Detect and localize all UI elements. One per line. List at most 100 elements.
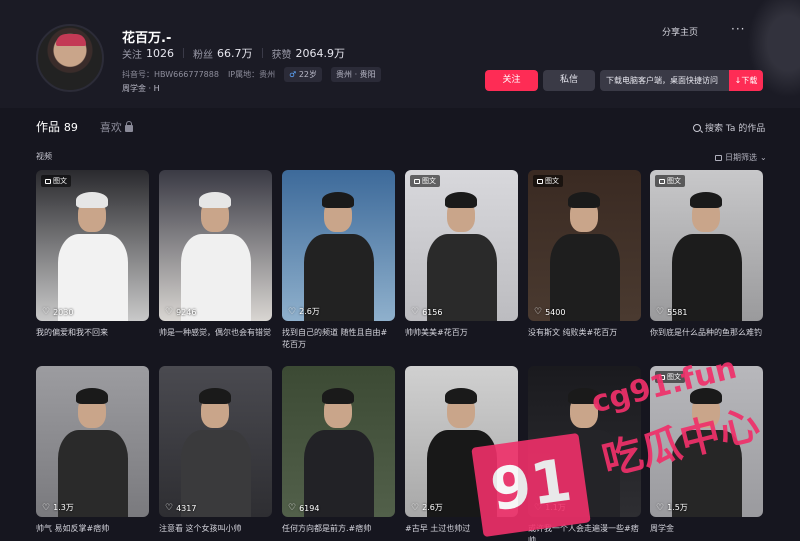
video-thumbnail[interactable]: 图文 ♡ 5400 [528, 170, 641, 321]
search-label: 搜索 Ta 的作品 [705, 124, 766, 134]
ip-location: IP属地：贵州 [227, 70, 276, 79]
like-count-value: 5581 [667, 307, 688, 317]
image-icon [537, 178, 543, 184]
figure-hair [199, 192, 231, 208]
heart-icon: ♡ [165, 503, 174, 513]
video-card[interactable]: ♡ 1.3万帅气 易如反掌#痞帅 [36, 366, 149, 535]
followers-label[interactable]: 粉丝 [193, 46, 213, 61]
like-count-value: 2.6万 [422, 503, 443, 512]
likes-count: 2064.9万 [295, 47, 346, 60]
video-caption[interactable]: 没有斯文 纯败类#花百万 [528, 327, 641, 339]
video-thumbnail[interactable]: ♡ 6194 [282, 366, 395, 517]
video-caption[interactable]: 你到底是什么品种的鱼那么难钓 [650, 327, 763, 339]
badge-label: 图文 [667, 177, 681, 185]
video-card[interactable]: ♡ 6194 任何方向都是前方.#痞帅 [282, 366, 395, 535]
video-thumbnail[interactable]: 图文 ♡ 5581 [650, 170, 763, 321]
video-caption[interactable]: 我的偏爱和我不回来 [36, 327, 149, 339]
profile-header: 花百万.- 关注 1026 粉丝 66.7万 获赞 2064.9万 抖音号：HB… [0, 0, 800, 108]
video-caption[interactable]: 找到自己的频道 随性且自由#花百万 [282, 327, 395, 351]
video-card[interactable]: 图文 ♡ 5581 你到底是什么品种的鱼那么难钓 [650, 170, 763, 339]
like-count-value: 9246 [176, 307, 197, 317]
video-caption[interactable]: 帅帅美美#花百万 [405, 327, 518, 339]
date-filter-dropdown[interactable]: 日期筛选 ⌄ [715, 152, 767, 163]
like-count-value: 4317 [176, 503, 197, 513]
image-text-badge: 图文 [655, 175, 685, 187]
video-thumbnail[interactable]: ♡ 2.6万 [282, 170, 395, 321]
age-text: 22岁 [298, 70, 318, 79]
tab-works[interactable]: 作品 89 [36, 118, 78, 135]
follow-button[interactable]: 关注 [485, 70, 538, 91]
more-options-icon[interactable]: ··· [731, 22, 745, 36]
like-count-value: 1.5万 [667, 503, 688, 512]
video-thumbnail[interactable]: ♡ 4317 [159, 366, 272, 517]
tab-likes[interactable]: 喜欢 [100, 119, 133, 135]
image-text-badge: 图文 [41, 175, 71, 187]
video-card[interactable]: 图文 ♡ 5400 没有斯文 纯败类#花百万 [528, 170, 641, 339]
message-button[interactable]: 私信 [543, 70, 595, 91]
heart-icon: ♡ [288, 306, 297, 317]
like-count-value: 2.6万 [299, 307, 320, 316]
badge-label: 图文 [422, 177, 436, 185]
like-count-value: 1.3万 [53, 503, 74, 512]
followers-count[interactable]: 66.7万 [217, 45, 253, 61]
lock-icon [124, 120, 133, 132]
like-count: ♡ 6156 [411, 307, 442, 317]
heart-icon: ♡ [411, 307, 420, 317]
video-caption[interactable]: 注意看 这个女孩叫小帅 [159, 523, 272, 535]
search-works-button[interactable]: 搜索 Ta 的作品 [693, 121, 765, 134]
calendar-icon [715, 154, 722, 161]
heart-icon: ♡ [656, 307, 665, 317]
following-label[interactable]: 关注 [122, 46, 142, 61]
location-tag: 贵州 · 贵阳 [331, 67, 381, 82]
like-count-value: 5400 [545, 307, 566, 317]
heart-icon: ♡ [42, 502, 51, 513]
download-button-label: 下载 [741, 76, 758, 85]
image-icon [414, 178, 420, 184]
figure-hair [445, 388, 477, 404]
school-info: 周学金 · H [122, 84, 160, 93]
figure-hair [199, 388, 231, 404]
profile-stats: 关注 1026 粉丝 66.7万 获赞 2064.9万 [122, 45, 345, 61]
image-text-badge: 图文 [410, 175, 440, 187]
figure-hair [568, 192, 600, 208]
like-count-value: 6194 [299, 503, 320, 513]
video-caption[interactable]: 任何方向都是前方.#痞帅 [282, 523, 395, 535]
like-count: ♡ 2030 [42, 307, 73, 317]
badge-label: 图文 [545, 177, 559, 185]
video-thumbnail[interactable]: 图文 ♡ 2030 [36, 170, 149, 321]
video-thumbnail[interactable]: 图文 ♡ 6156 [405, 170, 518, 321]
video-caption[interactable]: 帅是一种感觉，偶尔也会有错觉 [159, 327, 272, 339]
video-card[interactable]: ♡ 9246 帅是一种感觉，偶尔也会有错觉 [159, 170, 272, 339]
download-button[interactable]: ↓下载 [729, 70, 763, 91]
figure-hair [445, 192, 477, 208]
figure-hair [322, 388, 354, 404]
avatar[interactable] [36, 24, 104, 92]
like-count: ♡ 1.5万 [656, 502, 688, 513]
video-card[interactable]: 图文 ♡ 6156 帅帅美美#花百万 [405, 170, 518, 339]
like-count: ♡ 6194 [288, 503, 319, 513]
video-caption[interactable]: 帅气 易如反掌#痞帅 [36, 523, 149, 535]
profile-name: 花百万.- [122, 31, 172, 46]
tab-works-label: 作品 [36, 120, 61, 134]
following-count[interactable]: 1026 [146, 47, 174, 60]
figure-hair [76, 192, 108, 208]
video-thumbnail[interactable]: ♡ 1.3万 [36, 366, 149, 517]
image-icon [45, 178, 51, 184]
like-count: ♡ 5400 [534, 307, 565, 317]
video-thumbnail[interactable]: ♡ 9246 [159, 170, 272, 321]
video-card[interactable]: ♡ 2.6万找到自己的频道 随性且自由#花百万 [282, 170, 395, 351]
gender-icon: ♂ [289, 70, 297, 79]
image-icon [659, 178, 665, 184]
heart-icon: ♡ [656, 502, 665, 513]
like-count: ♡ 1.3万 [42, 502, 74, 513]
video-caption[interactable]: 周学金 [650, 523, 763, 535]
heart-icon: ♡ [534, 307, 543, 317]
video-card[interactable]: 图文 ♡ 2030 我的偏爱和我不回来 [36, 170, 149, 339]
video-card[interactable]: ♡ 4317 注意看 这个女孩叫小帅 [159, 366, 272, 535]
figure-hair [76, 388, 108, 404]
like-count-value: 6156 [422, 307, 443, 317]
header-background-image [740, 0, 800, 108]
image-text-badge: 图文 [533, 175, 563, 187]
profile-meta: 抖音号：HBW666777888 IP属地：贵州 ♂ 22岁 贵州 · 贵阳 [122, 67, 381, 82]
share-profile-link[interactable]: 分享主页 [662, 25, 698, 38]
